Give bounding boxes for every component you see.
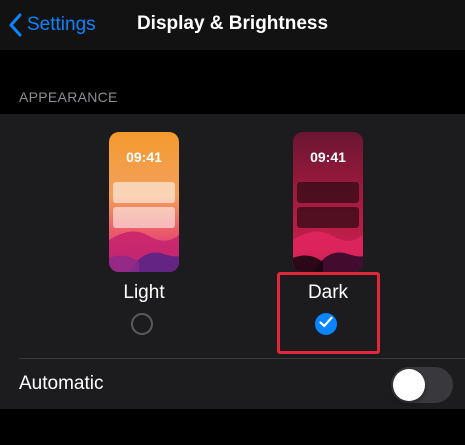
bottom-spacer [0, 409, 465, 445]
automatic-label: Automatic [19, 373, 104, 394]
navigation-bar: Settings Display & Brightness [0, 0, 465, 50]
section-header-appearance: APPEARANCE [19, 89, 118, 105]
automatic-toggle[interactable] [391, 367, 453, 403]
light-radio-button[interactable] [131, 313, 153, 335]
page-title: Display & Brightness [136, 13, 329, 34]
dark-mode-preview: 09:41 [293, 132, 363, 272]
light-mode-preview: 09:41 [109, 132, 179, 272]
row-divider [19, 358, 465, 359]
light-option-label: Light [123, 282, 165, 303]
preview-time-dark: 09:41 [310, 149, 346, 165]
appearance-group: 09:41 Light 09:41 Dark Automatic [0, 114, 465, 409]
preview-time-light: 09:41 [126, 149, 162, 165]
toggle-knob [393, 369, 425, 401]
appearance-option-light[interactable]: 09:41 Light [74, 132, 214, 347]
dark-option-highlight-box [277, 272, 380, 354]
